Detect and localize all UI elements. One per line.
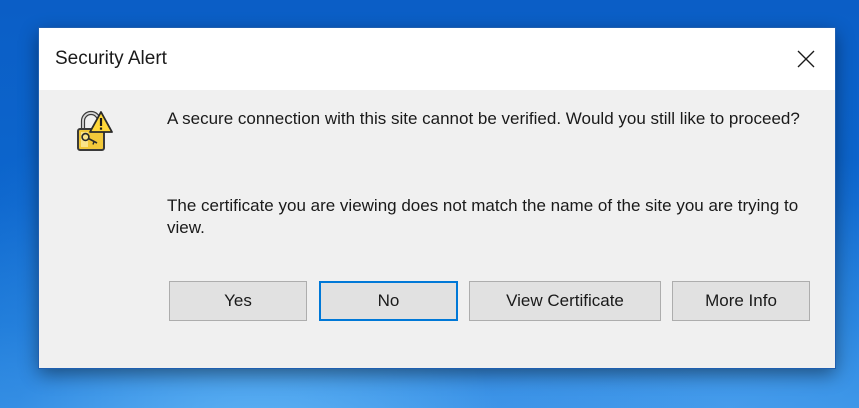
padlock-warning-icon bbox=[77, 110, 113, 151]
no-button[interactable]: No bbox=[319, 281, 458, 321]
close-button[interactable] bbox=[777, 28, 835, 90]
yes-button[interactable]: Yes bbox=[169, 281, 307, 321]
dialog-titlebar: Security Alert bbox=[39, 28, 835, 90]
security-alert-dialog: Security Alert A secure connection with … bbox=[39, 28, 835, 368]
message-primary: A secure connection with this site canno… bbox=[167, 109, 800, 128]
close-icon bbox=[797, 50, 815, 68]
more-info-button[interactable]: More Info bbox=[672, 281, 810, 321]
view-certificate-button[interactable]: View Certificate bbox=[469, 281, 661, 321]
message-secondary: The certificate you are viewing does not… bbox=[167, 196, 799, 237]
dialog-content: A secure connection with this site canno… bbox=[39, 90, 835, 368]
dialog-title: Security Alert bbox=[55, 48, 167, 69]
